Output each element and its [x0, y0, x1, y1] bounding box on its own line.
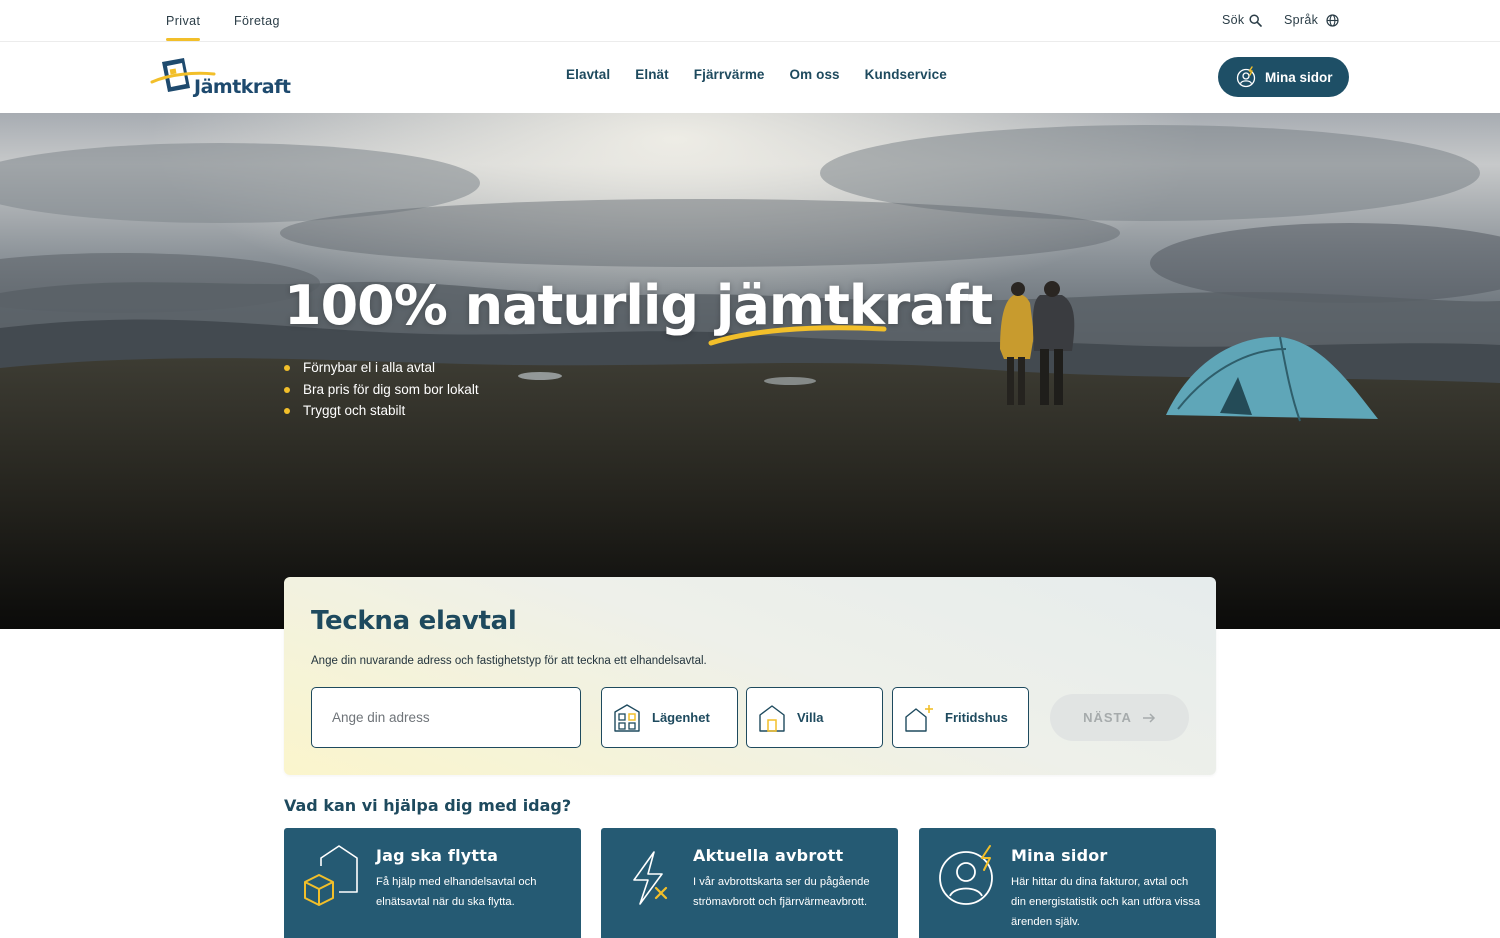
teckna-elavtal-card: Teckna elavtal Ange din nuvarande adress… [284, 577, 1216, 775]
utility-bar: Privat Företag Sök Språk [0, 0, 1500, 42]
hero-landscape-image [0, 113, 1500, 629]
hero-benefit-item: Tryggt och stabilt [284, 400, 479, 422]
hero-banner: 100% naturlig jämtkraft Förnybar el i al… [0, 113, 1500, 629]
house-icon [759, 704, 785, 732]
option-villa[interactable]: Villa [746, 687, 883, 748]
power-outage-icon [633, 851, 668, 905]
jamtkraft-logo[interactable]: Jämtkraft [150, 56, 291, 100]
segment-privat[interactable]: Privat [166, 14, 201, 41]
option-label: Villa [797, 710, 824, 725]
arrow-right-icon [1142, 712, 1155, 723]
logo-text: Jämtkraft [194, 76, 291, 98]
help-card-title: Aktuella avbrott [693, 846, 844, 865]
help-card-title: Mina sidor [1011, 846, 1108, 865]
nav-elnat[interactable]: Elnät [635, 67, 669, 82]
user-circle-icon [1236, 66, 1256, 88]
language-label: Språk [1284, 13, 1319, 27]
nav-fjarrvarme[interactable]: Fjärrvärme [694, 67, 765, 82]
mina-sidor-label: Mina sidor [1265, 69, 1333, 85]
option-lagenhet[interactable]: Lägenhet [601, 687, 738, 748]
option-fritidshus[interactable]: Fritidshus [892, 687, 1029, 748]
search-label: Sök [1222, 13, 1245, 27]
nav-elavtal[interactable]: Elavtal [566, 67, 610, 82]
search-button[interactable]: Sök [1222, 13, 1263, 27]
option-label: Lägenhet [652, 710, 710, 725]
globe-icon [1326, 13, 1339, 27]
segment-foretag[interactable]: Företag [234, 14, 280, 28]
help-card-avbrott[interactable]: Aktuella avbrott I vår avbrottskarta ser… [601, 828, 898, 938]
help-card-text: I vår avbrottskarta ser du pågående strö… [693, 876, 870, 908]
next-label: NÄSTA [1083, 710, 1132, 725]
card-title: Teckna elavtal [311, 606, 517, 636]
main-nav: Elavtal Elnät Fjärrvärme Om oss Kundserv… [566, 67, 947, 82]
nav-om-oss[interactable]: Om oss [790, 67, 840, 82]
help-card-mina-sidor[interactable]: Mina sidor Här hittar du dina fakturor, … [919, 828, 1216, 938]
help-card-text: Få hjälp med elhandelsavtal och elnätsav… [376, 876, 537, 908]
user-energy-icon [939, 845, 993, 905]
address-input[interactable] [311, 687, 581, 748]
hero-benefit-list: Förnybar el i alla avtal Bra pris för di… [284, 357, 479, 422]
help-card-title: Jag ska flytta [376, 846, 499, 865]
apartment-icon [614, 703, 640, 732]
language-button[interactable]: Språk [1284, 13, 1339, 27]
search-icon [1249, 13, 1263, 27]
holiday-house-icon [905, 704, 933, 732]
option-label: Fritidshus [945, 710, 1008, 725]
mina-sidor-button[interactable]: Mina sidor [1218, 57, 1349, 97]
help-card-text: Här hittar du dina fakturor, avtal och d… [1011, 876, 1201, 928]
help-card-flytta[interactable]: Jag ska flytta Få hjälp med elhandelsavt… [284, 828, 581, 938]
moving-house-icon [304, 845, 358, 906]
help-section-title: Vad kan vi hjälpa dig med idag? [284, 796, 572, 815]
title-underline-swoosh [708, 325, 887, 346]
nav-kundservice[interactable]: Kundservice [865, 67, 947, 82]
main-header: Jämtkraft Elavtal Elnät Fjärrvärme Om os… [0, 42, 1500, 113]
next-button[interactable]: NÄSTA [1050, 694, 1189, 741]
hero-benefit-item: Bra pris för dig som bor lokalt [284, 379, 479, 401]
hero-benefit-item: Förnybar el i alla avtal [284, 357, 479, 379]
card-subtitle: Ange din nuvarande adress och fastighets… [311, 655, 707, 667]
